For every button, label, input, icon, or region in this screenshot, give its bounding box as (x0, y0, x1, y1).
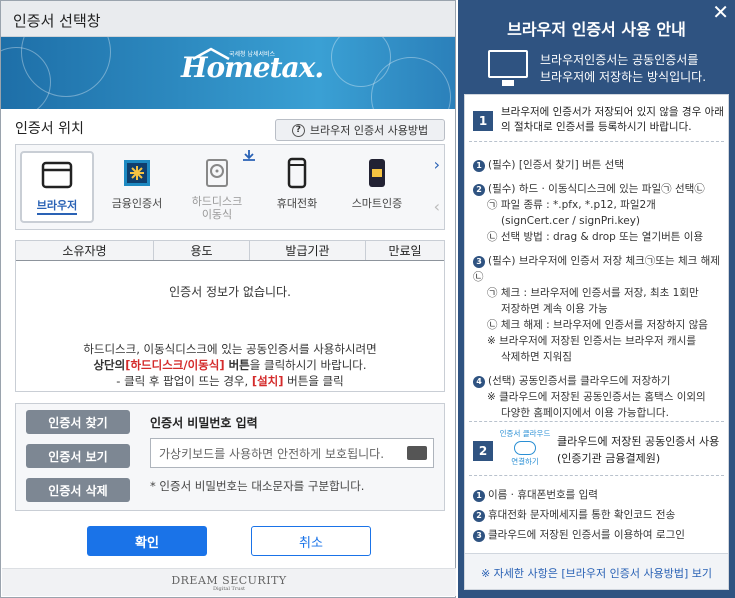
guide-subtitle: 브라우저인증서는 공동인증서를 브라우저에 저장하는 방식입니다. (540, 53, 707, 84)
smart-cert-icon (361, 157, 393, 189)
storage-hard-disk[interactable]: 하드디스크 이동식 (180, 151, 254, 223)
scroll-left-icon[interactable]: ‹ (434, 197, 440, 216)
storage-financial-cert[interactable]: 금융인증서 (100, 151, 174, 223)
certificate-dialog: 인증서 선택창 국세청 납세서비스 Hometax. 인증서 위치 ? 브라우저… (0, 0, 456, 598)
find-cert-button[interactable]: 인증서 찾기 (26, 410, 130, 434)
delete-cert-button[interactable]: 인증서 삭제 (26, 478, 130, 502)
certificate-location-label: 인증서 위치 (15, 121, 84, 137)
virtual-keyboard-icon[interactable] (407, 446, 427, 460)
cloud-connect-button[interactable]: 인증서 클라우드 연결하기 (499, 429, 551, 467)
hometax-logo: 국세청 납세서비스 Hometax. (181, 47, 324, 84)
dialog-title: 인증서 선택창 (1, 1, 455, 37)
vendor-footer: DREAM SECURITY Digital Trust (2, 568, 456, 596)
section2-heading: 클라우드에 저장된 공동인증서 사용 (인증기관 금융결제원) (557, 435, 720, 465)
more-info-link[interactable]: ※ 자세한 사항은 [브라우저 인증서 사용방법] 보기 (465, 553, 728, 589)
table-header: 소유자명 용도 발급기관 만료일 (16, 241, 444, 261)
col-owner[interactable]: 소유자명 (16, 241, 154, 260)
cloud-steps: 1 이름 · 휴대폰번호를 입력 2 휴대전화 문자메세지를 통한 확인코드 전송 … (473, 487, 724, 543)
section-number: 1 (473, 111, 493, 131)
empty-message: 인증서 정보가 없습니다. (169, 285, 291, 299)
step-list: 1 (필수) [인증서 찾기] 버튼 선택 2 (필수) 하드 · 이동식디스크에 … (473, 159, 720, 419)
question-icon: ? (291, 123, 305, 137)
guide-title: 브라우저 인증서 사용 안내 (507, 20, 686, 39)
financial-cert-icon (121, 157, 153, 189)
hard-disk-icon (201, 157, 233, 189)
download-icon[interactable] (242, 149, 256, 161)
col-purpose[interactable]: 용도 (154, 241, 250, 260)
password-input[interactable]: 가상키보드를 사용하면 안전하게 보호됩니다. (150, 438, 434, 468)
confirm-button[interactable]: 확인 (87, 526, 207, 556)
scroll-right-icon[interactable]: › (434, 155, 440, 174)
cancel-button[interactable]: 취소 (251, 526, 371, 556)
browser-cert-guide-panel: ✕ 브라우저 인증서 사용 안내 브라우저인증서는 공동인증서를 브라우저에 저… (458, 0, 735, 598)
storage-browser[interactable]: 브라우저 (20, 151, 94, 223)
section1-heading: 브라우저에 인증서가 저장되어 있지 않을 경우 아래의 절차대로 인증서를 등… (501, 106, 724, 133)
col-expiry[interactable]: 만료일 (366, 241, 444, 260)
password-note: * 인증서 비밀번호는 대소문자를 구분합니다. (150, 479, 365, 493)
storage-selector: 브라우저 금융인증서 하드디스크 이동식 휴대전화 스마트인증 › ‹ (15, 144, 445, 230)
monitor-icon (488, 50, 528, 86)
password-section: 인증서 찾기 인증서 보기 인증서 삭제 인증서 비밀번호 입력 가상키보드를 … (15, 403, 445, 511)
section-number: 2 (473, 441, 493, 461)
col-issuer[interactable]: 발급기관 (250, 241, 366, 260)
storage-phone[interactable]: 휴대전화 (260, 151, 334, 223)
storage-smart-cert[interactable]: 스마트인증 (340, 151, 414, 223)
hometax-banner: 국세청 납세서비스 Hometax. (1, 37, 455, 109)
view-cert-button[interactable]: 인증서 보기 (26, 444, 130, 468)
password-label: 인증서 비밀번호 입력 (150, 416, 258, 430)
cloud-icon (514, 441, 536, 455)
hard-disk-guide: 하드디스크, 이동식디스크에 있는 공동인증서를 사용하시려면 상단의[하드디스… (83, 342, 377, 388)
guide-steps: 1 브라우저에 인증서가 저장되어 있지 않을 경우 아래의 절차대로 인증서를… (464, 94, 729, 590)
certificate-table: 소유자명 용도 발급기관 만료일 인증서 정보가 없습니다. 하드디스크, 이동… (15, 240, 445, 392)
phone-icon (281, 157, 313, 189)
browser-icon (41, 159, 73, 191)
browser-cert-help-button[interactable]: ? 브라우저 인증서 사용방법 (275, 119, 445, 141)
